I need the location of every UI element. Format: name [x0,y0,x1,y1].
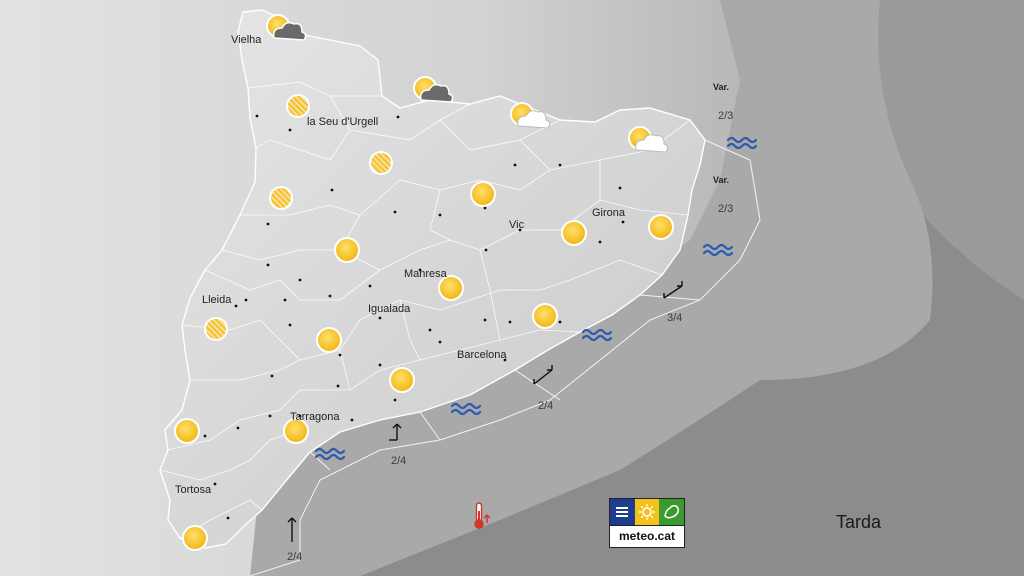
logo-region-icon [659,499,685,525]
sun-icon [316,327,342,353]
logo-list-icon [610,499,635,525]
city-label-lleida: Lleida [202,294,232,306]
period-label: Tarda [836,512,882,532]
sea-state-label: 2/4 [287,551,303,563]
logo-sun-icon [634,499,660,525]
map-canvas [0,0,1024,576]
sun-icon [334,237,360,263]
sun-icon [174,418,200,444]
city-label-igualada: Igualada [368,303,411,315]
wind-label: Var. [713,82,730,92]
logo-text: meteo.cat [610,525,684,546]
sea-state-label: 2/3 [718,203,734,215]
sun-haze-icon [286,94,310,118]
sun-icon [561,220,587,246]
city-label-barcelona: Barcelona [457,349,507,361]
city-label-tortosa: Tortosa [175,484,212,496]
sea-state-label: 2/4 [538,400,554,412]
sea-state-label: 3/4 [667,312,683,324]
city-label-girona: Girona [592,207,626,219]
sea-state-label: 2/3 [718,110,734,122]
city-label-manresa: Manresa [404,268,447,280]
meteocat-logo[interactable]: meteo.cat [609,498,685,548]
sun-icon [182,525,208,551]
sun-icon [648,214,674,240]
sun-icon [532,303,558,329]
city-label-la-seu-durgell: la Seu d'Urgell [307,116,379,128]
city-label-vielha: Vielha [231,34,262,46]
city-label-tarragona: Tarragona [290,411,340,423]
city-label-vic: Vic [509,219,525,231]
sun-haze-icon [269,186,293,210]
wind-label: Var. [713,175,730,185]
sun-icon [389,367,415,393]
sea-state-label: 2/4 [391,455,407,467]
sun-haze-icon [369,151,393,175]
sun-haze-icon [204,317,228,341]
sun-icon [470,181,496,207]
